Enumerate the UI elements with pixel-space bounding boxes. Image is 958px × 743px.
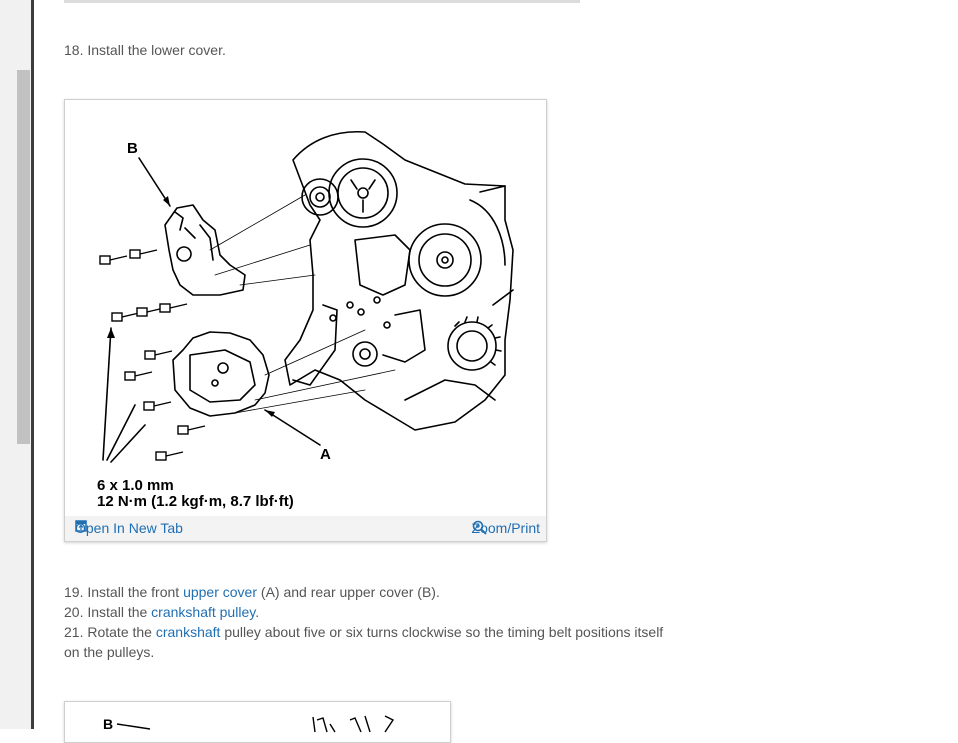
left-pane xyxy=(0,0,31,729)
crankshaft-pulley-link[interactable]: crankshaft pulley xyxy=(151,604,255,620)
next-diagram-top: B xyxy=(103,715,395,733)
spec-bolt-size: 6 x 1.0 mm xyxy=(97,477,174,494)
previous-figure-bottom-edge xyxy=(64,0,580,3)
step-21: 21. Rotate the crankshaft pulley about f… xyxy=(64,622,663,642)
crankshaft-link[interactable]: crankshaft xyxy=(156,624,221,640)
spec-torque: 12 N·m (1.2 kgf·m, 8.7 lbf·ft) xyxy=(97,493,294,510)
left-pane-scrollbar-thumb[interactable] xyxy=(17,70,30,444)
step-21-text-end: pulley about five or six turns clockwise… xyxy=(220,624,664,640)
step-19-text-end: (A) and rear upper cover (B). xyxy=(257,584,440,600)
upper-cover-link[interactable]: upper cover xyxy=(183,584,257,600)
step-19: 19. Install the front upper cover (A) an… xyxy=(64,582,440,602)
step-18: 18. Install the lower cover. xyxy=(64,42,226,58)
label-a: A xyxy=(320,446,331,463)
step-21-text-start: 21. Rotate the xyxy=(64,624,156,640)
open-in-new-tab-link[interactable]: Open In New Tab xyxy=(75,520,183,536)
step-19-text-start: 19. Install the front xyxy=(64,584,184,600)
step-20: 20. Install the crankshaft pulley. xyxy=(64,602,259,622)
open-in-new-tab-icon xyxy=(75,520,87,532)
pane-divider[interactable] xyxy=(31,0,34,729)
step-20-text-start: 20. Install the xyxy=(64,604,152,620)
step-20-text-end: . xyxy=(255,604,260,620)
label-b: B xyxy=(127,140,138,157)
engine-diagram: B A xyxy=(99,130,514,463)
step-21-continued: on the pulleys. xyxy=(64,644,155,660)
zoom-print-link[interactable]: Zoom/Print xyxy=(472,520,540,536)
figure2-label-b: B xyxy=(103,716,113,732)
open-in-new-tab-label: Open In New Tab xyxy=(75,520,183,536)
figure-toolbar: Open In New Tab Zoom/Print xyxy=(65,516,546,541)
zoom-in-icon xyxy=(472,520,487,535)
figure-next: B xyxy=(64,701,451,743)
figure-lower-cover: B A 6 x 1.0 mm 12 N·m (1.2 kgf·m, 8.7 lb… xyxy=(64,99,547,542)
